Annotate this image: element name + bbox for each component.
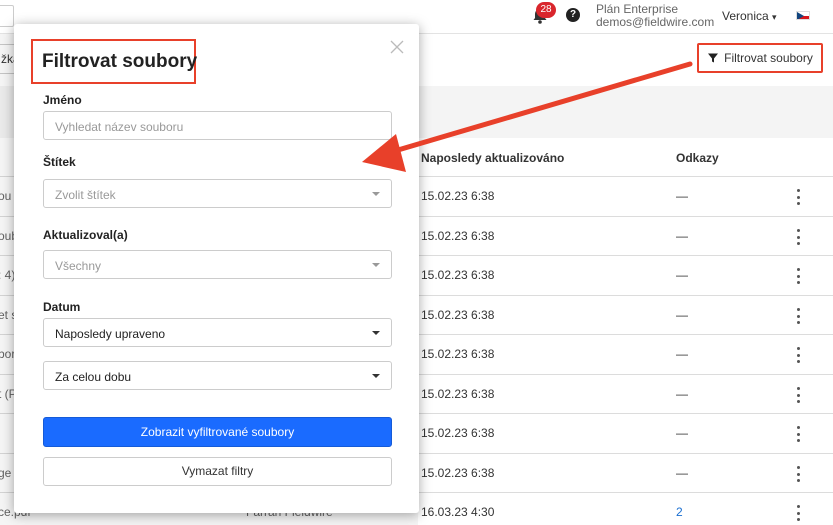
tag-select[interactable]: Zvolit štítek [43,179,392,208]
tag-label: Štítek [43,155,76,169]
caret-down-icon [372,374,380,378]
updated-date: 16.03.23 4:30 [421,505,495,519]
links-count: — [676,229,688,243]
updated-date: 15.02.23 6:38 [421,466,495,480]
more-vertical-icon[interactable] [794,504,802,522]
filter-icon [708,53,719,63]
column-header-links[interactable]: Odkazy [676,151,719,165]
caret-down-icon [372,263,380,267]
language-flag-icon[interactable] [796,11,810,20]
notification-badge: 28 [536,2,556,18]
account-email: demos@fieldwire.com [596,15,715,29]
date-range-select[interactable]: Za celou dobu [43,361,392,390]
updated-by-value: Všechny [55,259,102,273]
nav-toggle-button[interactable] [0,5,14,27]
caret-down-icon [372,192,380,196]
updated-date: 15.02.23 6:38 [421,387,495,401]
column-header-updated[interactable]: Naposledy aktualizováno [421,151,564,165]
updated-date: 15.02.23 6:38 [421,426,495,440]
caret-down-icon [372,331,380,335]
links-count: — [676,308,688,322]
filter-files-label: Filtrovat soubory [724,51,813,65]
date-field-select[interactable]: Naposledy upraveno [43,318,392,347]
close-icon[interactable] [390,40,404,54]
updated-date: 15.02.23 6:38 [421,347,495,361]
updated-by-select[interactable]: Všechny [43,250,392,279]
name-label: Jméno [43,93,82,107]
user-menu[interactable]: Veronica ▾ [722,9,777,23]
clear-filters-button[interactable]: Vymazat filtry [43,457,392,486]
user-name: Veronica [722,9,769,23]
updated-date: 15.02.23 6:38 [421,229,495,243]
apply-filters-button[interactable]: Zobrazit vyfiltrované soubory [43,417,392,447]
chevron-down-icon: ▾ [772,12,777,22]
more-vertical-icon[interactable] [794,188,802,206]
links-count: — [676,268,688,282]
plan-label: Plán Enterprise [596,2,679,16]
date-field-value: Naposledy upraveno [55,327,166,341]
dialog-title: Filtrovat soubory [42,51,198,72]
file-name-search-input[interactable]: Vyhledat název souboru [43,111,392,140]
links-count: — [676,426,688,440]
links-count: — [676,387,688,401]
more-vertical-icon[interactable] [794,307,802,325]
filter-files-button[interactable]: Filtrovat soubory [697,43,823,73]
links-count-link[interactable]: 2 [676,505,683,519]
links-count: — [676,347,688,361]
more-vertical-icon[interactable] [794,267,802,285]
tag-placeholder: Zvolit štítek [55,188,116,202]
links-count: — [676,466,688,480]
updated-date: 15.02.23 6:38 [421,308,495,322]
updated-by-label: Aktualizoval(a) [43,228,128,242]
updated-date: 15.02.23 6:38 [421,189,495,203]
help-icon[interactable]: ? [566,8,580,22]
updated-date: 15.02.23 6:38 [421,268,495,282]
more-vertical-icon[interactable] [794,228,802,246]
more-vertical-icon[interactable] [794,425,802,443]
file-name-placeholder: Vyhledat název souboru [55,120,184,134]
links-count: — [676,189,688,203]
more-vertical-icon[interactable] [794,465,802,483]
more-vertical-icon[interactable] [794,386,802,404]
filter-files-dialog: Filtrovat soubory Jméno Vyhledat název s… [14,24,419,513]
more-vertical-icon[interactable] [794,346,802,364]
date-range-value: Za celou dobu [55,370,132,384]
date-label: Datum [43,300,81,314]
